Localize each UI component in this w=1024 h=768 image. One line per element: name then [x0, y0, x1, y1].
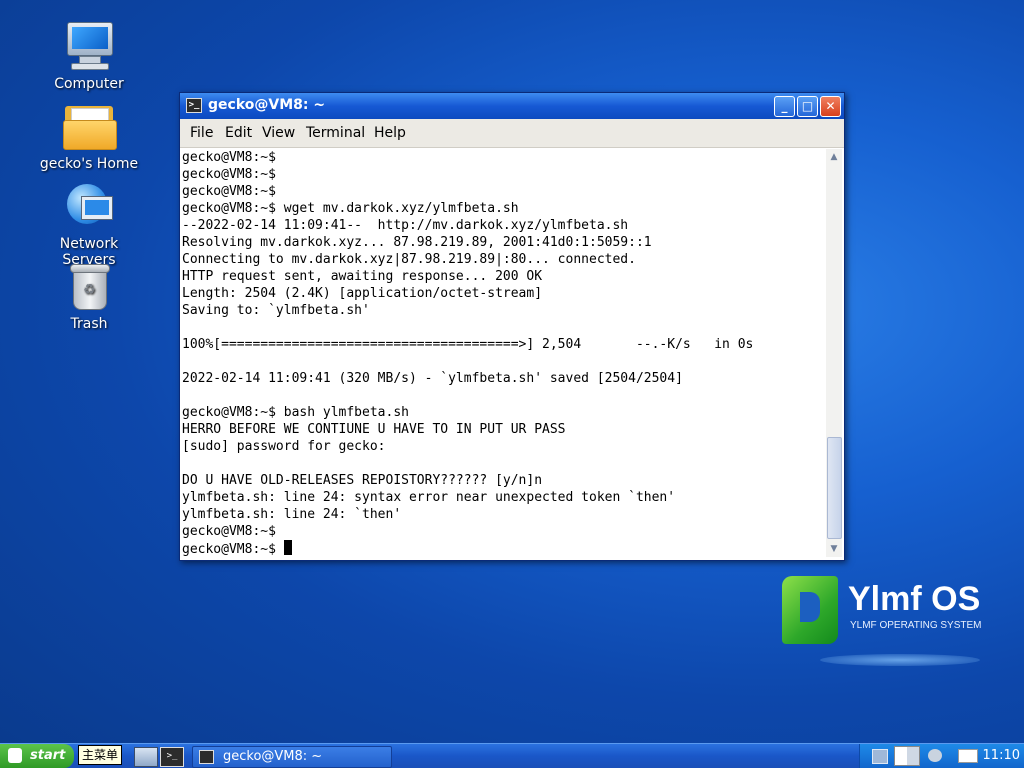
window-title: gecko@VM8: ~ — [208, 97, 326, 113]
terminal-line: --2022-02-14 11:09:41-- http://mv.darkok… — [182, 218, 629, 233]
terminal-line: 100%[===================================… — [182, 337, 754, 352]
quicklaunch-terminal-icon[interactable]: >_ — [160, 747, 184, 767]
close-button[interactable]: ✕ — [820, 96, 841, 117]
terminal-icon — [199, 750, 214, 764]
start-button[interactable]: start — [0, 744, 74, 768]
terminal-line: ylmfbeta.sh: line 24: `then' — [182, 507, 402, 522]
network-servers-icon — [61, 182, 117, 232]
logo-subtitle: YLMF OPERATING SYSTEM — [850, 620, 982, 631]
terminal-line: Saving to: `ylmfbeta.sh' — [182, 303, 370, 318]
terminal-line: DO U HAVE OLD-RELEASES REPOISTORY?????? … — [182, 473, 543, 488]
show-desktop-icon[interactable] — [134, 747, 158, 767]
terminal-output[interactable]: gecko@VM8:~$ gecko@VM8:~$ gecko@VM8:~$ geck… — [182, 149, 824, 557]
terminal-prompt-line: gecko@VM8:~$ — [182, 540, 824, 557]
terminal-line: ylmfbeta.sh: line 24: syntax error near … — [182, 490, 676, 505]
scroll-down-arrow-icon[interactable]: ▼ — [828, 543, 840, 555]
terminal-line: HTTP request sent, awaiting response... … — [182, 269, 543, 284]
menu-terminal[interactable]: Terminal — [306, 125, 365, 141]
desktop-icon-computer[interactable]: Computer — [34, 22, 144, 92]
terminal-window[interactable]: >_ gecko@VM8: ~ _ □ ✕ File Edit View Ter… — [179, 92, 845, 561]
text-cursor — [283, 540, 292, 555]
system-tray: 11:10 — [859, 744, 1024, 768]
scroll-up-arrow-icon[interactable]: ▲ — [828, 151, 840, 163]
terminal-line: Resolving mv.darkok.xyz... 87.98.219.89,… — [182, 235, 652, 250]
workspace-switcher-icon[interactable] — [894, 746, 920, 766]
scrollbar-thumb[interactable] — [827, 437, 842, 539]
menu-view[interactable]: View — [262, 125, 295, 141]
terminal-icon: >_ — [186, 98, 202, 113]
terminal-line: gecko@VM8:~$ — [182, 184, 276, 199]
minimize-button[interactable]: _ — [774, 96, 795, 117]
terminal-line: HERRO BEFORE WE CONTIUNE U HAVE TO IN PU… — [182, 422, 566, 437]
ylmf-logo-mark-icon — [782, 576, 838, 644]
start-logo-icon — [8, 748, 22, 763]
maximize-button[interactable]: □ — [797, 96, 818, 117]
taskbar-window-label: gecko@VM8: ~ — [223, 749, 323, 764]
taskbar: start 主菜单 >_ gecko@VM8: ~ 11:10 — [0, 743, 1024, 768]
terminal-line: gecko@VM8:~$ — [182, 524, 276, 539]
desktop-icon-network-servers[interactable]: Network Servers — [34, 182, 144, 268]
terminal-line: gecko@VM8:~$ bash ylmfbeta.sh — [182, 405, 409, 420]
menu-edit[interactable]: Edit — [225, 125, 252, 141]
terminal-line: Length: 2504 (2.4K) [application/octet-s… — [182, 286, 543, 301]
terminal-line: gecko@VM8:~$ wget mv.darkok.xyz/ylmfbeta… — [182, 201, 519, 216]
volume-icon[interactable] — [928, 749, 942, 762]
computer-icon — [61, 22, 117, 72]
desktop-icon-label: Computer — [54, 76, 124, 92]
terminal-line: 2022-02-14 11:09:41 (320 MB/s) - `ylmfbe… — [182, 371, 683, 386]
menu-bar: File Edit View Terminal Help — [180, 119, 844, 148]
desktop-icon-label: gecko's Home — [39, 156, 139, 172]
desktop-icon-home[interactable]: gecko's Home — [34, 102, 144, 172]
logo-glow — [820, 654, 980, 666]
network-status-icon[interactable] — [872, 749, 888, 764]
terminal-line: [sudo] password for gecko: — [182, 439, 386, 454]
menu-file[interactable]: File — [190, 125, 213, 141]
start-label: start — [30, 748, 66, 763]
logo-name: Ylmf OS — [848, 580, 981, 618]
terminal-line: gecko@VM8:~$ — [182, 167, 276, 182]
menu-help[interactable]: Help — [374, 125, 406, 141]
trash-icon: ♻ — [61, 262, 117, 312]
vertical-scrollbar[interactable]: ▲ ▼ — [826, 149, 842, 557]
terminal-lines: gecko@VM8:~$ gecko@VM8:~$ gecko@VM8:~$ geck… — [182, 149, 824, 540]
desktop-icon-label: Trash — [70, 316, 108, 332]
taskbar-window-button[interactable]: gecko@VM8: ~ — [192, 746, 392, 768]
mail-icon[interactable] — [958, 749, 978, 763]
desktop-icon-trash[interactable]: ♻ Trash — [34, 262, 144, 332]
home-folder-icon — [61, 102, 117, 152]
terminal-line: Connecting to mv.darkok.xyz|87.98.219.89… — [182, 252, 636, 267]
main-menu-tooltip: 主菜单 — [78, 745, 123, 765]
window-titlebar[interactable]: >_ gecko@VM8: ~ _ □ ✕ — [180, 93, 844, 119]
terminal-prompt: gecko@VM8:~$ — [182, 542, 284, 557]
clock[interactable]: 11:10 — [983, 748, 1020, 763]
terminal-line: gecko@VM8:~$ — [182, 150, 276, 165]
